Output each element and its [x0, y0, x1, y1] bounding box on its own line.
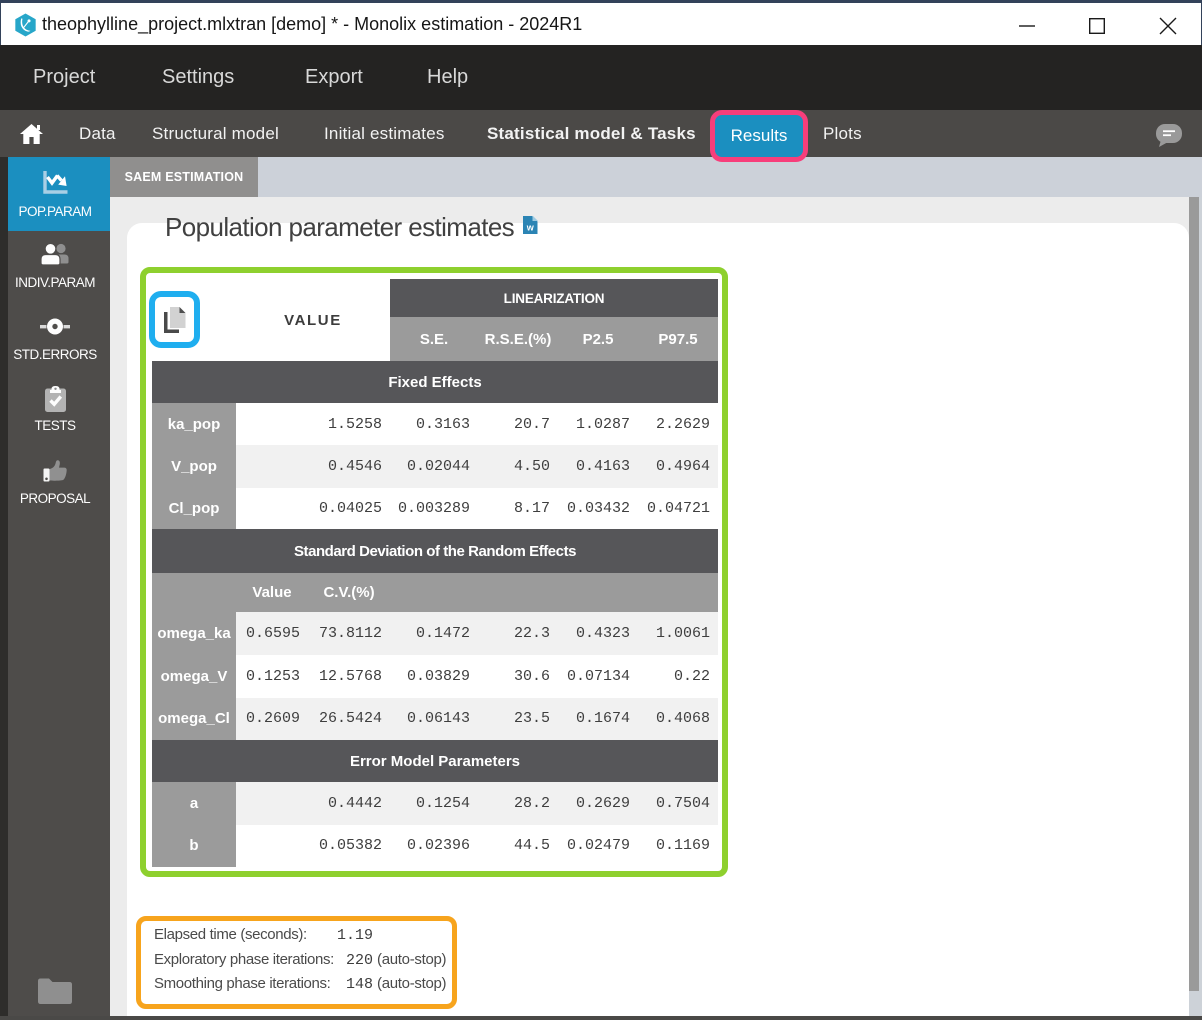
svg-text:w: w — [526, 222, 535, 232]
